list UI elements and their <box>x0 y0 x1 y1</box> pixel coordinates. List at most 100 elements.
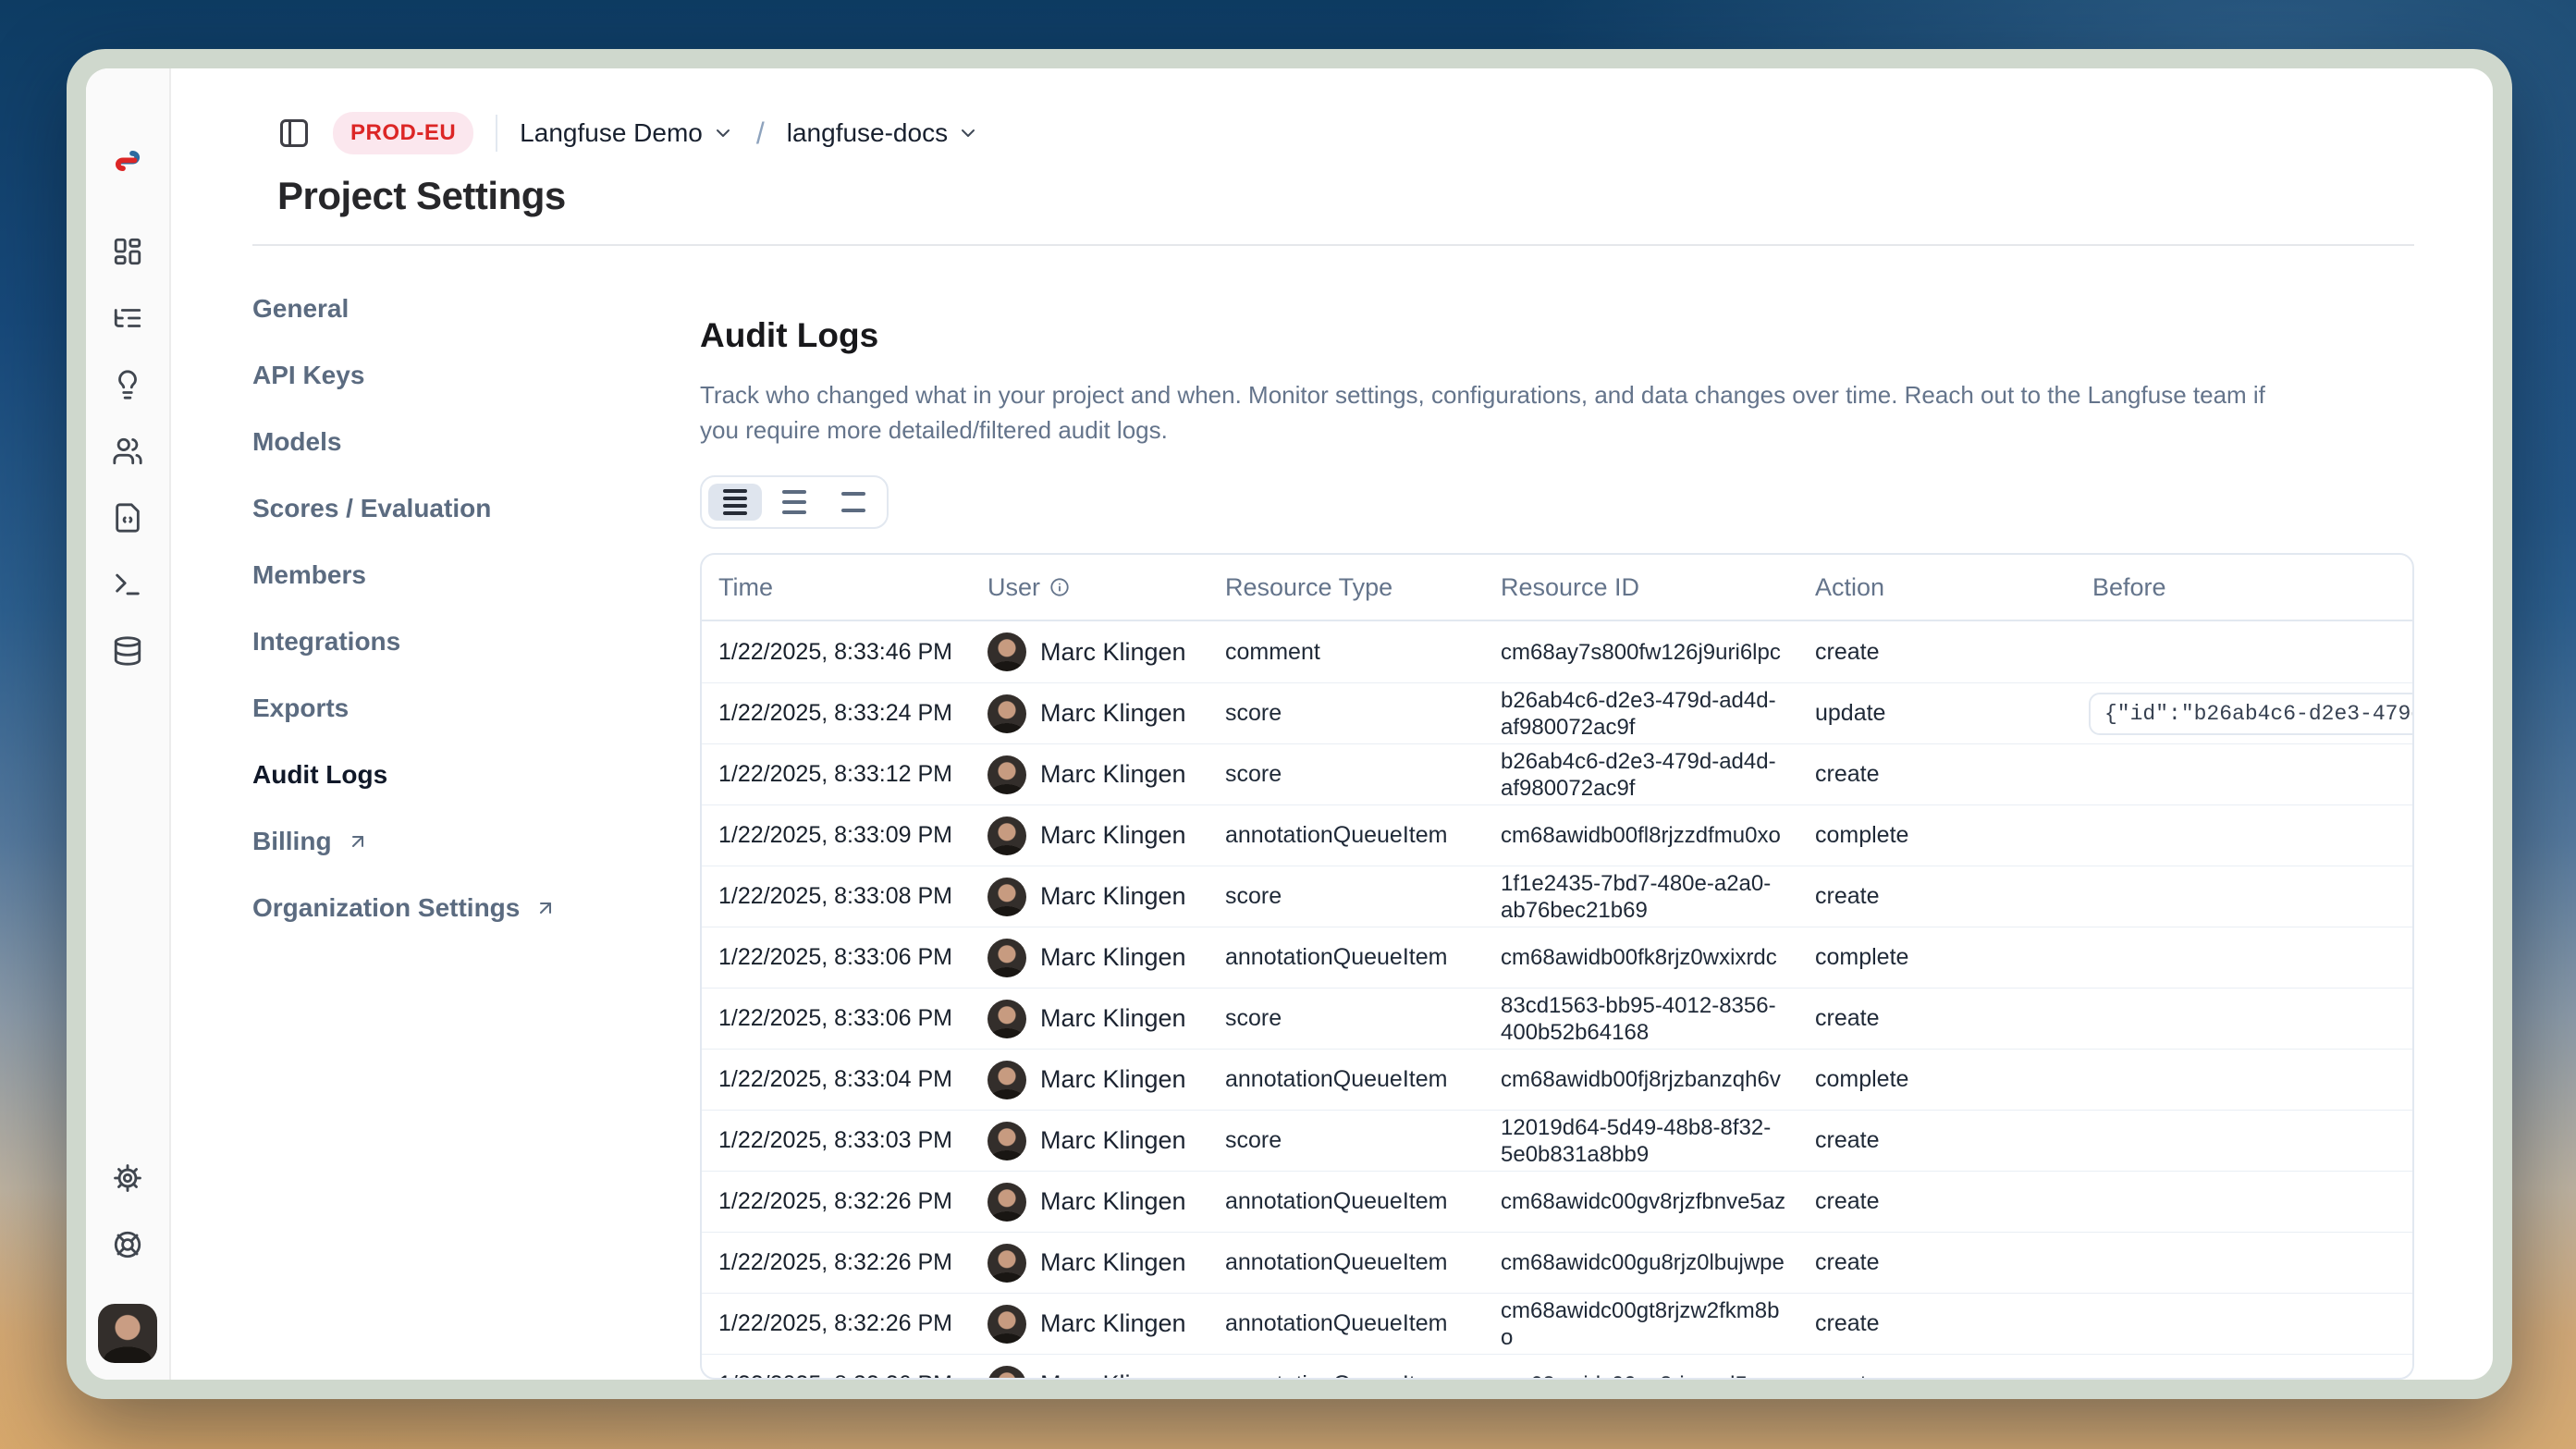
user-avatar <box>987 694 1026 733</box>
nav-item-billing[interactable]: Billing <box>252 823 700 860</box>
cell-resource-id: cm68awidb00fl8rjzzdfmu0xo <box>1501 822 1815 849</box>
cell-action: create <box>1815 1249 2092 1276</box>
table-row: 1/22/2025, 8:33:04 PM Marc Klingen annot… <box>702 1049 2412 1110</box>
user-name: Marc Klingen <box>1040 1370 1186 1380</box>
col-header-time: Time <box>718 573 987 602</box>
app-window-inner: PROD-EU Langfuse Demo / langfuse-docs Pr… <box>86 68 2493 1380</box>
cell-action: create <box>1815 761 2092 788</box>
app-window: PROD-EU Langfuse Demo / langfuse-docs Pr… <box>67 49 2512 1399</box>
user-avatar <box>987 1366 1026 1381</box>
table-row: 1/22/2025, 8:32:26 PM Marc Klingen annot… <box>702 1232 2412 1293</box>
cell-action: create <box>1815 883 2092 910</box>
user-name: Marc Klingen <box>1040 1126 1186 1155</box>
external-link-icon <box>347 830 369 853</box>
settings-nav: General API Keys Models Scores / Evaluat… <box>252 290 700 1380</box>
cell-time: 1/22/2025, 8:33:04 PM <box>718 1066 987 1093</box>
settings-gear-icon[interactable] <box>107 1158 148 1198</box>
langfuse-logo-icon[interactable] <box>109 142 146 179</box>
cell-time: 1/22/2025, 8:33:03 PM <box>718 1127 987 1154</box>
nav-item-exports[interactable]: Exports <box>252 690 700 727</box>
users-icon[interactable] <box>107 431 148 472</box>
rows-medium-toggle[interactable] <box>767 484 821 521</box>
user-name: Marc Klingen <box>1040 882 1186 911</box>
cell-time: 1/22/2025, 8:32:26 PM <box>718 1371 987 1380</box>
cell-user: Marc Klingen <box>987 694 1225 733</box>
project-name[interactable]: langfuse-docs <box>787 118 948 148</box>
nav-item-models[interactable]: Models <box>252 424 700 460</box>
section-heading: Audit Logs <box>700 316 2414 355</box>
cell-resource-id: cm68awidc00gs8rjzgvxl5sqw <box>1501 1371 1815 1380</box>
nav-item-integrations[interactable]: Integrations <box>252 623 700 660</box>
user-avatar <box>987 1305 1026 1344</box>
icon-rail <box>86 68 171 1380</box>
user-avatar <box>987 632 1026 671</box>
cell-time: 1/22/2025, 8:32:26 PM <box>718 1310 987 1337</box>
rows-tall-toggle[interactable] <box>827 484 880 521</box>
cell-resource-type: annotationQueueItem <box>1225 1371 1501 1380</box>
cell-user: Marc Klingen <box>987 1000 1225 1038</box>
table-header-row: Time User Resource Type Resource ID Acti… <box>702 555 2412 621</box>
org-switcher[interactable]: Langfuse Demo <box>520 118 734 148</box>
cell-resource-id: cm68awidb00fj8rjzbanzqh6v <box>1501 1066 1815 1093</box>
cell-action: create <box>1815 1371 2092 1380</box>
cell-resource-id: cm68awidc00gt8rjzw2fkm8bo <box>1501 1297 1815 1351</box>
file-code-icon[interactable] <box>107 497 148 538</box>
nav-item-scores-evaluation[interactable]: Scores / Evaluation <box>252 490 700 527</box>
nav-item-members[interactable]: Members <box>252 557 700 594</box>
cell-resource-id: 1f1e2435-7bd7-480e-a2a0-ab76bec21b69 <box>1501 870 1815 924</box>
user-avatar <box>987 1183 1026 1222</box>
nav-item-audit-logs[interactable]: Audit Logs <box>252 756 700 793</box>
environment-badge: PROD-EU <box>333 112 473 154</box>
user-name: Marc Klingen <box>1040 1065 1186 1094</box>
life-buoy-icon[interactable] <box>107 1224 148 1265</box>
cell-time: 1/22/2025, 8:33:09 PM <box>718 822 987 849</box>
cell-user: Marc Klingen <box>987 878 1225 916</box>
chevron-down-icon <box>712 122 734 144</box>
user-name: Marc Klingen <box>1040 638 1186 667</box>
main-area: PROD-EU Langfuse Demo / langfuse-docs Pr… <box>171 68 2493 1380</box>
cell-resource-type: score <box>1225 883 1501 910</box>
terminal-icon[interactable] <box>107 564 148 605</box>
nav-item-api-keys[interactable]: API Keys <box>252 357 700 394</box>
before-json-box[interactable]: {"id":"b26ab4c6-d2e3-479d-a <box>2089 693 2414 735</box>
user-name: Marc Klingen <box>1040 1248 1186 1277</box>
nav-item-organization-settings[interactable]: Organization Settings <box>252 890 700 927</box>
breadcrumb-divider <box>496 115 497 152</box>
cell-time: 1/22/2025, 8:33:12 PM <box>718 761 987 788</box>
user-avatar[interactable] <box>98 1304 157 1363</box>
prompts-lightbulb-icon[interactable] <box>107 364 148 405</box>
breadcrumb: PROD-EU Langfuse Demo / langfuse-docs <box>277 113 2414 153</box>
dashboard-icon[interactable] <box>107 231 148 272</box>
table-row: 1/22/2025, 8:32:26 PM Marc Klingen annot… <box>702 1293 2412 1354</box>
table-row: 1/22/2025, 8:33:06 PM Marc Klingen score… <box>702 988 2412 1049</box>
cell-action: update <box>1815 700 2092 727</box>
user-name: Marc Klingen <box>1040 699 1186 728</box>
cell-resource-type: comment <box>1225 639 1501 666</box>
col-header-user: User <box>987 573 1225 602</box>
header-divider <box>252 244 2414 246</box>
col-header-resource-type: Resource Type <box>1225 573 1501 602</box>
cell-user: Marc Klingen <box>987 817 1225 855</box>
rows-dense-toggle[interactable] <box>708 484 762 521</box>
table-body: 1/22/2025, 8:33:46 PM Marc Klingen comme… <box>702 621 2412 1380</box>
chevron-down-icon <box>957 122 979 144</box>
database-icon[interactable] <box>107 631 148 671</box>
audit-logs-section: Audit Logs Track who changed what in you… <box>700 290 2414 1380</box>
cell-resource-type: annotationQueueItem <box>1225 1188 1501 1215</box>
breadcrumb-slash: / <box>756 117 765 151</box>
cell-action: complete <box>1815 822 2092 849</box>
cell-user: Marc Klingen <box>987 1183 1225 1222</box>
nav-item-general[interactable]: General <box>252 290 700 327</box>
cell-user: Marc Klingen <box>987 1305 1225 1344</box>
org-name[interactable]: Langfuse Demo <box>520 118 703 148</box>
table-row: 1/22/2025, 8:33:06 PM Marc Klingen annot… <box>702 927 2412 988</box>
table-row: 1/22/2025, 8:33:09 PM Marc Klingen annot… <box>702 804 2412 866</box>
cell-resource-id: 83cd1563-bb95-4012-8356-400b52b64168 <box>1501 992 1815 1046</box>
cell-action: create <box>1815 1188 2092 1215</box>
cell-user: Marc Klingen <box>987 939 1225 977</box>
project-switcher[interactable]: langfuse-docs <box>787 118 979 148</box>
cell-action: complete <box>1815 1066 2092 1093</box>
user-avatar <box>987 939 1026 977</box>
traces-icon[interactable] <box>107 298 148 338</box>
panel-left-toggle-icon[interactable] <box>277 117 311 150</box>
